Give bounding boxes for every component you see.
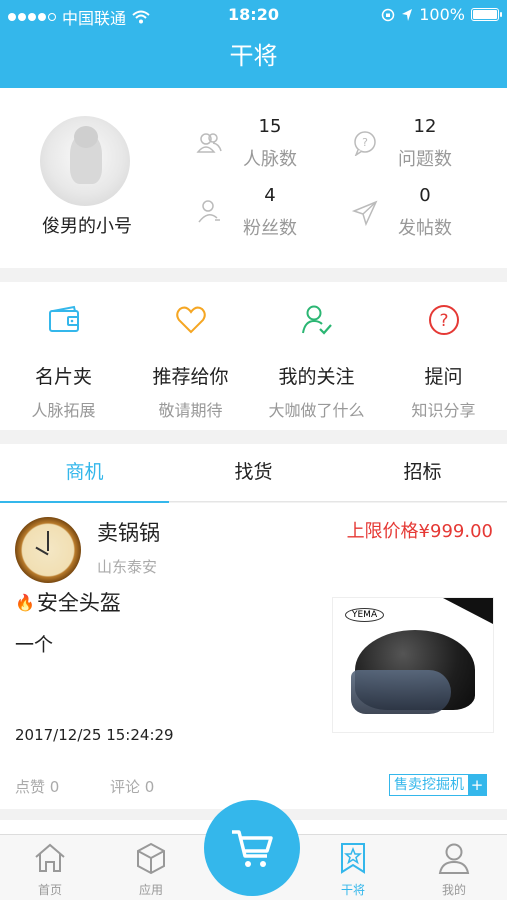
page-title: 干将 bbox=[229, 42, 278, 70]
cart-button[interactable] bbox=[204, 800, 300, 896]
profile-section: 俊男的小号 15 人脉数 ? 12 问题数 4 粉丝数 0 发帖数 bbox=[0, 88, 507, 268]
plus-icon: + bbox=[468, 775, 486, 795]
fire-icon: 🔥 bbox=[15, 592, 35, 612]
category-tabs: 商机 找货 招标 bbox=[0, 444, 507, 503]
question-icon: ? bbox=[428, 305, 459, 335]
battery-percent: 100% bbox=[419, 5, 465, 24]
quick-card-holder[interactable]: 名片夹 人脉拓展 bbox=[0, 282, 127, 430]
quick-following[interactable]: 我的关注 大咖做了什么 bbox=[253, 282, 380, 430]
user-check-icon bbox=[301, 305, 332, 335]
stat-label: 发帖数 bbox=[398, 218, 452, 239]
product-image[interactable]: YEMA bbox=[332, 597, 494, 733]
quantity: 一个 bbox=[15, 634, 54, 656]
quick-title: 推荐给你 bbox=[152, 366, 229, 388]
stat-questions[interactable]: 12 问题数 bbox=[370, 116, 480, 171]
tabbar-label: 干将 bbox=[340, 883, 365, 897]
stat-value: 4 bbox=[264, 185, 276, 206]
quick-subtitle: 人脉拓展 bbox=[31, 401, 96, 420]
tabbar-label: 首页 bbox=[37, 883, 62, 897]
home-icon bbox=[35, 843, 65, 872]
quick-recommend[interactable]: 推荐给你 敬请期待 bbox=[127, 282, 254, 430]
poster-name: 卖锅锅 bbox=[97, 521, 160, 545]
quick-title: 我的关注 bbox=[278, 366, 355, 388]
brand-label: YEMA bbox=[345, 608, 385, 622]
wallet-icon bbox=[48, 305, 79, 332]
tabbar-home[interactable]: 首页 bbox=[0, 835, 100, 900]
tabbar-mine[interactable]: 我的 bbox=[404, 835, 504, 900]
helmet-visor bbox=[351, 670, 451, 714]
quick-subtitle: 大咖做了什么 bbox=[268, 401, 365, 420]
status-bar: 中国联通 18:20 100% bbox=[0, 0, 507, 30]
nav-bar: 干将 bbox=[0, 30, 507, 88]
tab-find-goods[interactable]: 找货 bbox=[169, 444, 338, 502]
stat-label: 人脉数 bbox=[243, 149, 297, 170]
comment-count[interactable]: 评论 0 bbox=[110, 776, 154, 797]
location: 山东泰安 bbox=[97, 558, 158, 576]
quick-title: 提问 bbox=[424, 366, 463, 388]
stat-value: 15 bbox=[258, 116, 282, 137]
price-limit: 上限价格¥999.00 bbox=[346, 521, 493, 542]
tag-button[interactable]: 售卖挖掘机 + bbox=[389, 774, 487, 796]
cart-icon bbox=[232, 830, 273, 867]
svg-text:?: ? bbox=[439, 311, 448, 331]
stat-value: 12 bbox=[413, 116, 437, 137]
quick-subtitle: 敬请期待 bbox=[158, 401, 223, 420]
stat-contacts[interactable]: 15 人脉数 bbox=[215, 116, 325, 171]
product-name: 安全头盔 bbox=[36, 591, 121, 615]
location-icon bbox=[402, 8, 413, 21]
heart-icon bbox=[175, 306, 206, 334]
stat-posts[interactable]: 0 发帖数 bbox=[370, 185, 480, 240]
tabbar-label: 我的 bbox=[441, 883, 466, 897]
bookmark-star-icon bbox=[341, 843, 365, 874]
profile-icon bbox=[438, 843, 470, 874]
stat-label: 问题数 bbox=[398, 149, 452, 170]
svg-text:?: ? bbox=[362, 136, 368, 149]
quick-subtitle: 知识分享 bbox=[411, 401, 476, 420]
poster-avatar[interactable] bbox=[15, 517, 81, 583]
quick-ask[interactable]: ? 提问 知识分享 bbox=[380, 282, 507, 430]
tab-tender[interactable]: 招标 bbox=[338, 444, 507, 502]
username: 俊男的小号 bbox=[42, 216, 132, 237]
status-right: 100% bbox=[381, 5, 502, 24]
cube-icon bbox=[137, 842, 165, 875]
stat-label: 粉丝数 bbox=[243, 218, 297, 239]
quick-actions: 名片夹 人脉拓展 推荐给你 敬请期待 我的关注 大咖做了什么 ? 提问 知识分享 bbox=[0, 282, 507, 430]
post-datetime: 2017/12/25 15:24:29 bbox=[15, 726, 174, 744]
tab-business[interactable]: 商机 bbox=[0, 444, 169, 503]
tag-label: 售卖挖掘机 bbox=[394, 777, 464, 793]
product-title: 🔥 安全头盔 bbox=[15, 587, 121, 617]
stat-value: 0 bbox=[419, 185, 431, 206]
stat-followers[interactable]: 4 粉丝数 bbox=[215, 185, 325, 240]
post-card[interactable]: 卖锅锅 上限价格¥999.00 山东泰安 🔥 安全头盔 一个 YEMA 2017… bbox=[0, 503, 507, 809]
avatar[interactable] bbox=[40, 116, 130, 206]
like-count[interactable]: 点赞 0 bbox=[15, 776, 59, 797]
tabbar-ganjiang[interactable]: 干将 bbox=[303, 835, 403, 900]
tabbar-label: 应用 bbox=[138, 883, 163, 897]
quick-title: 名片夹 bbox=[34, 366, 92, 388]
tabbar-apps[interactable]: 应用 bbox=[101, 835, 201, 900]
battery-icon bbox=[471, 8, 502, 21]
rotation-lock-icon bbox=[382, 8, 395, 21]
corner-badge bbox=[443, 598, 493, 624]
